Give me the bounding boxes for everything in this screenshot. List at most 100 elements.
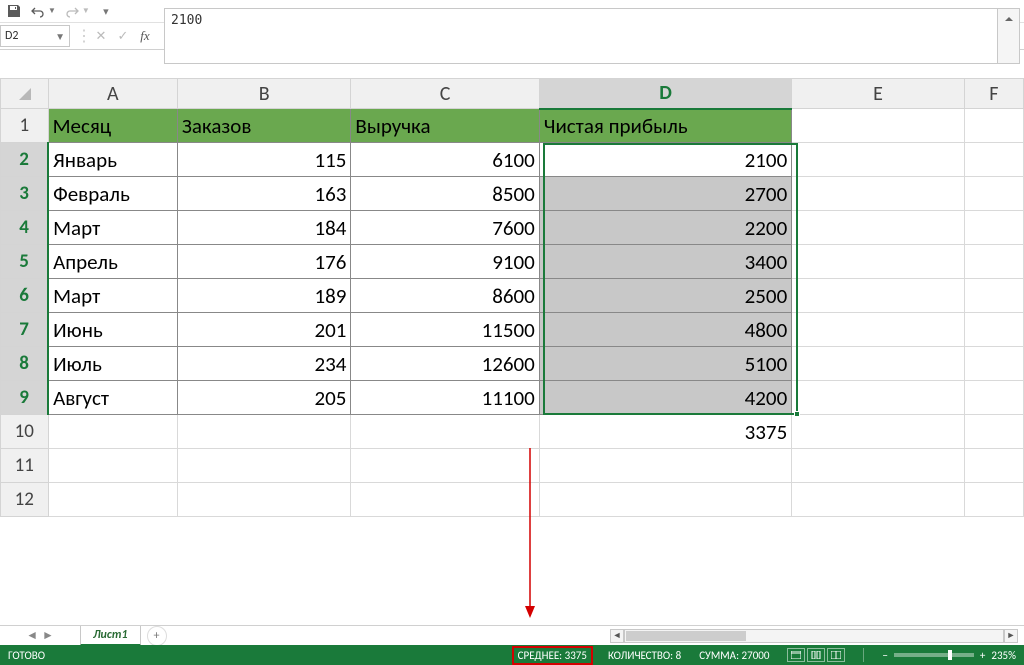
cell[interactable]: 11100 [351,381,539,415]
cell[interactable]: Март [48,211,177,245]
zoom-out-icon[interactable]: − [882,649,887,662]
save-icon[interactable] [6,3,22,19]
tab-nav[interactable]: ◄ ► [0,628,80,643]
cell[interactable] [964,143,1023,177]
zoom-thumb[interactable] [948,650,952,660]
view-page-break-icon[interactable] [827,648,845,662]
cell[interactable] [48,415,177,449]
cell[interactable] [964,279,1023,313]
cell[interactable]: 2200 [539,211,791,245]
formula-collapse-icon[interactable] [998,8,1020,64]
cell[interactable]: 163 [177,177,351,211]
sheet-tab-active[interactable]: Лист1 [80,626,141,646]
row-header[interactable]: 9 [1,381,49,415]
cell[interactable]: Апрель [48,245,177,279]
cell[interactable]: 4800 [539,313,791,347]
cell[interactable] [964,211,1023,245]
cell[interactable] [792,483,964,517]
cell[interactable] [964,483,1023,517]
cell-active[interactable]: 2100 [539,143,791,177]
cell[interactable] [351,483,539,517]
hscroll-left-icon[interactable]: ◄ [610,629,624,643]
cell[interactable] [964,347,1023,381]
col-header-D[interactable]: D [539,79,791,109]
cell[interactable] [792,211,964,245]
row-header[interactable]: 3 [1,177,49,211]
cell[interactable]: 8500 [351,177,539,211]
fill-handle[interactable] [794,411,800,417]
hscroll-right-icon[interactable]: ► [1004,629,1018,643]
row-header[interactable]: 11 [1,449,49,483]
cell[interactable] [48,449,177,483]
cell[interactable] [964,109,1023,143]
cell[interactable]: 12600 [351,347,539,381]
select-all-corner[interactable] [1,79,49,109]
cell[interactable] [792,279,964,313]
cell[interactable] [351,449,539,483]
cell[interactable]: 4200 [539,381,791,415]
cell[interactable]: 2500 [539,279,791,313]
zoom-level[interactable]: 235% [991,649,1016,662]
cell[interactable]: 2700 [539,177,791,211]
undo-icon[interactable] [30,3,46,19]
cell[interactable] [964,381,1023,415]
cell[interactable]: Месяц [48,109,177,143]
undo-dropdown-icon[interactable]: ▼ [48,6,56,16]
col-header-F[interactable]: F [964,79,1023,109]
cell[interactable] [177,415,351,449]
cell[interactable] [177,449,351,483]
cell[interactable] [792,347,964,381]
col-header-E[interactable]: E [792,79,964,109]
cell[interactable]: Февраль [48,177,177,211]
zoom-in-icon[interactable]: + [980,649,985,662]
cell[interactable] [964,415,1023,449]
fx-icon[interactable]: fx [136,27,154,45]
cell[interactable] [48,483,177,517]
cell[interactable] [177,483,351,517]
cancel-icon[interactable]: ✕ [92,27,110,45]
view-page-layout-icon[interactable] [807,648,825,662]
cell[interactable]: 184 [177,211,351,245]
row-header[interactable]: 12 [1,483,49,517]
name-box[interactable]: D2 ▼ [0,25,70,47]
cell[interactable] [792,415,964,449]
row-header[interactable]: 10 [1,415,49,449]
formula-input[interactable] [164,8,998,64]
zoom-slider[interactable] [894,653,974,657]
cell[interactable]: Чистая прибыль [539,109,791,143]
cell[interactable]: 8600 [351,279,539,313]
row-header[interactable]: 6 [1,279,49,313]
tab-next-icon[interactable]: ► [42,628,54,643]
hscroll-track[interactable] [624,629,1004,643]
cell[interactable]: 9100 [351,245,539,279]
hscroll-thumb[interactable] [626,631,746,641]
cell[interactable]: 3400 [539,245,791,279]
row-header[interactable]: 8 [1,347,49,381]
redo-icon[interactable] [64,3,80,19]
cell[interactable]: 7600 [351,211,539,245]
col-header-C[interactable]: C [351,79,539,109]
enter-icon[interactable]: ✓ [114,27,132,45]
cell[interactable]: Выручка [351,109,539,143]
cell[interactable]: 234 [177,347,351,381]
row-header[interactable]: 2 [1,143,49,177]
qat-customize-icon[interactable]: ▾ [98,3,114,19]
cell[interactable] [792,109,964,143]
col-header-B[interactable]: B [177,79,351,109]
cell[interactable] [964,313,1023,347]
cell[interactable] [964,177,1023,211]
cell[interactable]: Заказов [177,109,351,143]
row-header[interactable]: 1 [1,109,49,143]
cell[interactable] [964,449,1023,483]
view-normal-icon[interactable] [787,648,805,662]
cell[interactable]: 189 [177,279,351,313]
cell[interactable]: 3375 [539,415,791,449]
row-header[interactable]: 4 [1,211,49,245]
row-header[interactable]: 7 [1,313,49,347]
cell[interactable] [792,313,964,347]
cell[interactable] [351,415,539,449]
cell[interactable]: Июль [48,347,177,381]
cell[interactable]: Июнь [48,313,177,347]
row-header[interactable]: 5 [1,245,49,279]
cell[interactable]: Август [48,381,177,415]
